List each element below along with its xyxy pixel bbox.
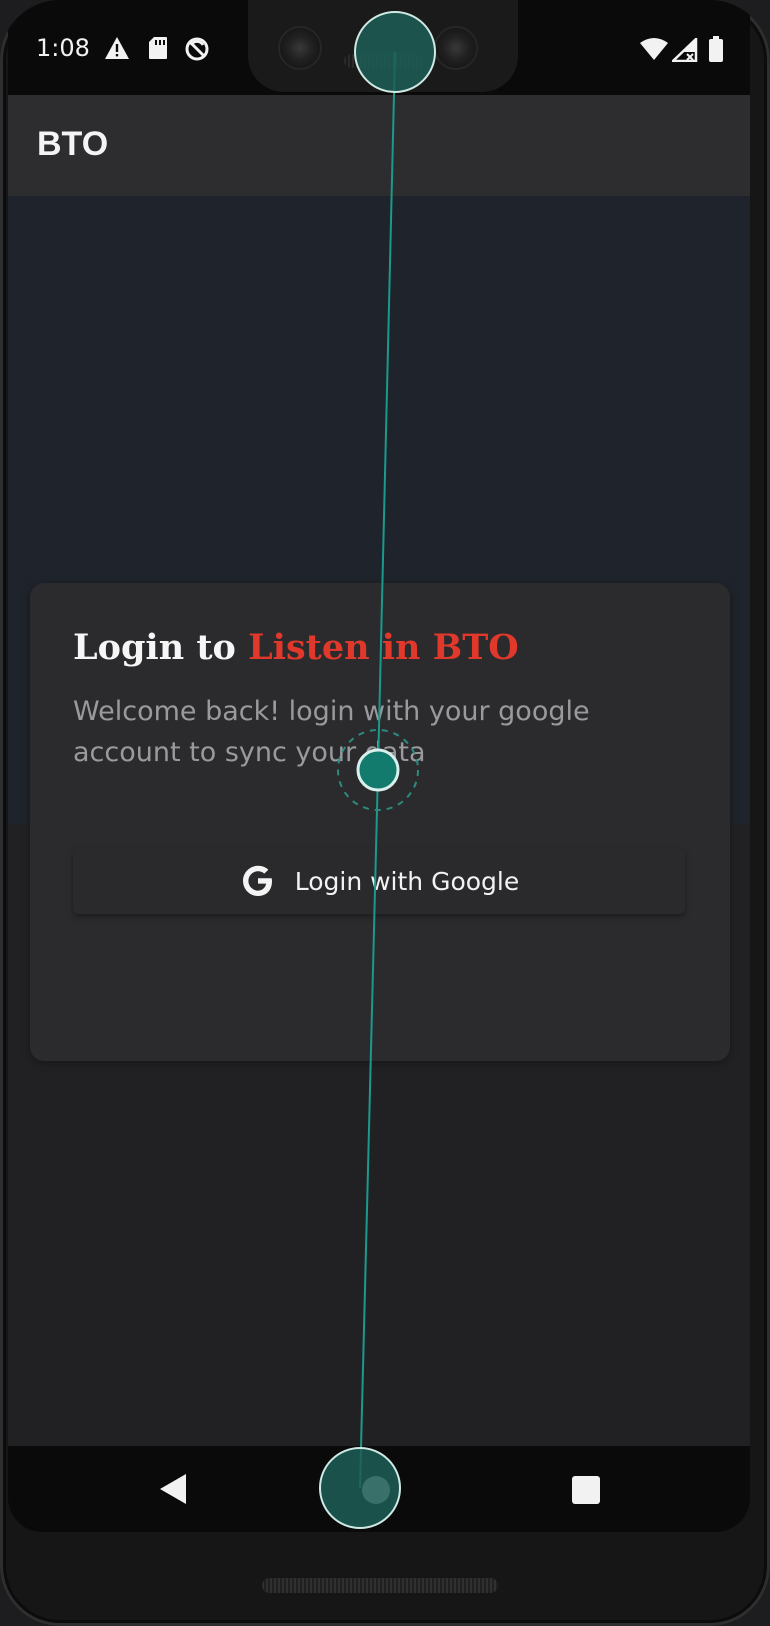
wifi-icon [640,38,668,64]
phone-frame: 1:08 BTO Login to Listen in BTO Welcome … [0,0,770,1626]
app-title: BTO [37,125,109,163]
app-bar: BTO [8,95,750,196]
navigation-bar [8,1446,750,1532]
camera-notch [248,0,518,92]
screen: 1:08 BTO Login to Listen in BTO Welcome … [8,0,750,1532]
status-time: 1:08 [36,34,90,62]
front-camera-icon [280,28,320,68]
back-icon[interactable] [158,1472,188,1510]
recents-icon[interactable] [572,1476,600,1504]
google-button-label: Login with Google [294,866,520,896]
home-icon[interactable] [362,1476,390,1504]
front-sensor-icon [436,28,476,68]
login-title-prefix: Login to [73,627,249,668]
alert-icon [104,36,130,64]
cellular-no-signal-icon [669,36,698,66]
bottom-speaker-grill [262,1578,498,1593]
sync-disabled-icon [184,36,210,66]
login-subtitle: Welcome back! login with your google acc… [73,696,590,768]
login-title-app-name: Listen in BTO [248,627,519,668]
login-title: Login to Listen in BTO [73,627,519,668]
battery-icon [708,36,724,66]
status-bar: 1:08 [8,0,750,95]
earpiece-speaker [344,54,424,68]
login-card: Login to Listen in BTO Welcome back! log… [30,583,730,1061]
google-g-icon [239,862,277,900]
login-with-google-button[interactable]: Login with Google [73,848,685,914]
sd-card-icon [148,36,168,64]
